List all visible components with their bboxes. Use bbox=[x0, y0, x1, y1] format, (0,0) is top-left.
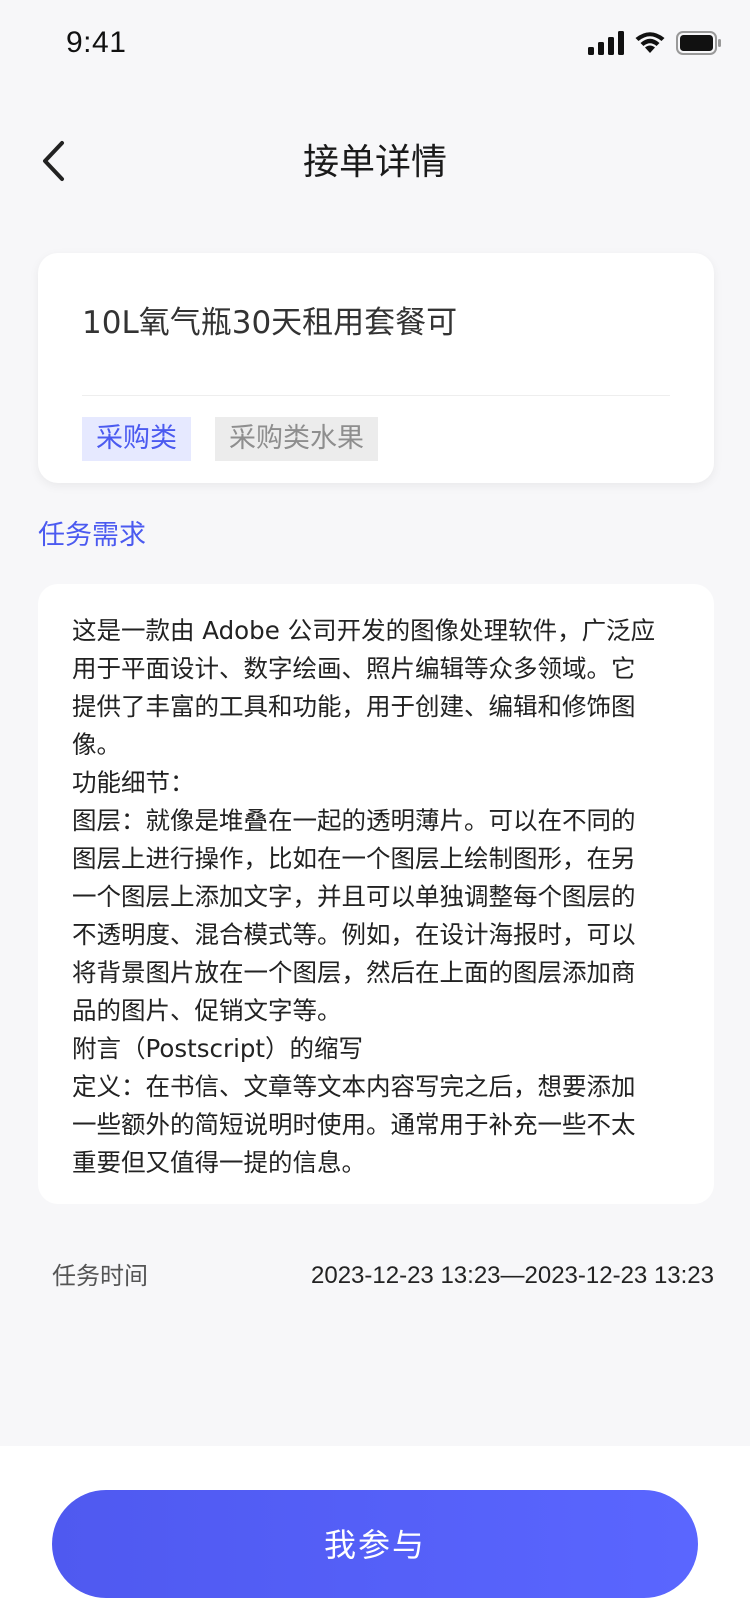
requirements-line: 定义：在书信、文章等文本内容写完之后，想要添加 bbox=[72, 1072, 636, 1101]
task-summary-card: 10L氧气瓶30天租用套餐可 采购类 采购类水果 bbox=[38, 253, 714, 483]
nav-header: 接单详情 bbox=[0, 120, 750, 220]
requirements-line: 图层：就像是堆叠在一起的透明薄片。可以在不同的 bbox=[72, 806, 636, 835]
requirements-line: 功能细节： bbox=[72, 768, 195, 797]
join-button[interactable]: 我参与 bbox=[52, 1490, 698, 1598]
task-time-value: 2023-12-23 13:23—2023-12-23 13:23 bbox=[311, 1262, 714, 1289]
tag-subcategory: 采购类水果 bbox=[215, 417, 378, 461]
requirements-line: 提供了丰富的工具和功能，用于创建、编辑和修饰图 bbox=[72, 692, 636, 721]
status-icons bbox=[588, 28, 722, 62]
requirements-text: 这是一款由 Adobe 公司开发的图像处理软件，广泛应 用于平面设计、数字绘画、… bbox=[72, 612, 682, 1182]
tag-category: 采购类 bbox=[82, 417, 191, 461]
status-bar: 9:41 bbox=[0, 0, 750, 96]
bottom-action-bar: 我参与 bbox=[0, 1446, 750, 1624]
requirements-line: 用于平面设计、数字绘画、照片编辑等众多领域。它 bbox=[72, 654, 636, 683]
signal-icon bbox=[588, 31, 624, 59]
requirements-line: 一个图层上添加文字，并且可以单独调整每个图层的 bbox=[72, 882, 636, 911]
requirements-line: 将背景图片放在一个图层，然后在上面的图层添加商 bbox=[72, 958, 636, 987]
requirements-line: 这是一款由 Adobe 公司开发的图像处理软件，广泛应 bbox=[72, 616, 656, 645]
card-divider bbox=[82, 395, 670, 396]
requirements-line: 品的图片、促销文字等。 bbox=[72, 996, 342, 1025]
requirements-line: 像。 bbox=[72, 730, 121, 759]
task-time-label: 任务时间 bbox=[52, 1262, 148, 1290]
requirements-line: 不透明度、混合模式等。例如，在设计海报时，可以 bbox=[72, 920, 636, 949]
requirements-card: 这是一款由 Adobe 公司开发的图像处理软件，广泛应 用于平面设计、数字绘画、… bbox=[38, 584, 714, 1204]
requirements-line: 一些额外的简短说明时使用。通常用于补充一些不太 bbox=[72, 1110, 636, 1139]
status-time: 9:41 bbox=[66, 26, 127, 59]
requirements-line: 重要但又值得一提的信息。 bbox=[72, 1148, 366, 1177]
battery-icon bbox=[676, 31, 722, 59]
page-title: 接单详情 bbox=[302, 142, 447, 183]
wifi-icon bbox=[634, 31, 666, 59]
task-time-row: 任务时间 2023-12-23 13:23—2023-12-23 13:23 bbox=[52, 1256, 714, 1296]
requirements-line: 图层上进行操作，比如在一个图层上绘制图形，在另 bbox=[72, 844, 636, 873]
requirements-heading: 任务需求 bbox=[38, 520, 146, 551]
task-title: 10L氧气瓶30天租用套餐可 bbox=[82, 305, 458, 341]
requirements-line: 附言（Postscript）的缩写 bbox=[72, 1034, 364, 1063]
task-tags: 采购类 采购类水果 bbox=[82, 417, 378, 461]
